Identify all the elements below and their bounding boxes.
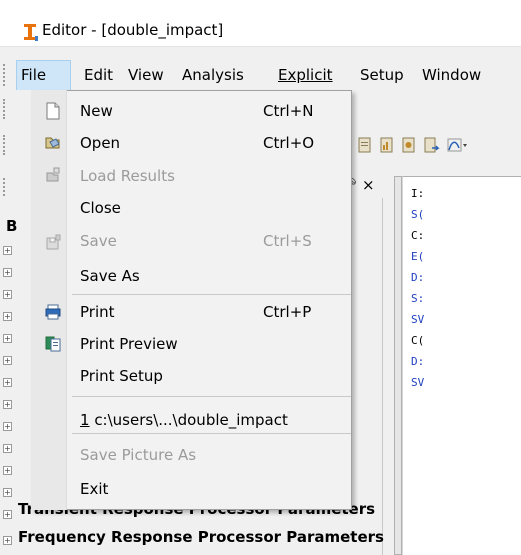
menu-setup[interactable]: Setup bbox=[360, 60, 404, 90]
tree-expand-icon[interactable]: + bbox=[3, 246, 12, 255]
toolbar-grip[interactable] bbox=[3, 135, 8, 155]
code-line: D: bbox=[411, 271, 425, 284]
menu-item-save-as[interactable]: Save As bbox=[32, 261, 351, 291]
menu-item-label: Close bbox=[80, 199, 121, 217]
toolbar-graph-dropdown-icon[interactable] bbox=[446, 136, 468, 154]
menu-analysis[interactable]: Analysis bbox=[182, 60, 244, 90]
tree-expand-icon[interactable]: + bbox=[3, 444, 12, 453]
code-line: C: bbox=[411, 229, 425, 242]
menu-item-label: Load Results bbox=[80, 167, 175, 185]
menu-separator bbox=[72, 294, 351, 295]
menu-window[interactable]: Window bbox=[422, 60, 481, 90]
menu-item-print-preview[interactable]: Print Preview bbox=[32, 329, 351, 359]
window-title: Editor - [double_impact] bbox=[42, 21, 224, 39]
toolbar-export-icon[interactable] bbox=[422, 136, 440, 154]
code-line: C( bbox=[411, 334, 425, 347]
open-folder-icon bbox=[45, 137, 60, 149]
menu-item-label: New bbox=[80, 102, 113, 120]
tree-expand-icon[interactable]: + bbox=[3, 488, 12, 497]
code-line: SV bbox=[411, 376, 425, 389]
printer-icon bbox=[45, 304, 61, 320]
menu-item-shortcut: Ctrl+O bbox=[263, 134, 315, 152]
menu-item-label: Save Picture As bbox=[80, 446, 197, 464]
code-line: SV bbox=[411, 313, 425, 326]
tree-item-frequency-response[interactable]: Frequency Response Processor Parameters bbox=[18, 528, 384, 546]
tree-expand-icon[interactable]: + bbox=[3, 536, 12, 545]
menu-item-recent-file[interactable]: 1 c:\users\...\double_impact bbox=[32, 405, 351, 435]
tree-expand-icon[interactable]: + bbox=[3, 422, 12, 431]
menu-edit[interactable]: Edit bbox=[84, 60, 113, 90]
menu-item-new[interactable]: New Ctrl+N bbox=[32, 96, 351, 126]
menu-item-shortcut: Ctrl+N bbox=[263, 102, 314, 120]
tree-expand-icon[interactable]: + bbox=[3, 510, 12, 519]
menu-bar: File Edit View Analysis Explicit Setup W… bbox=[0, 60, 521, 90]
tree-header-label: B bbox=[6, 217, 18, 235]
tree-expand-icon[interactable]: + bbox=[3, 466, 12, 475]
menu-item-exit[interactable]: Exit bbox=[32, 474, 351, 504]
menu-view[interactable]: View bbox=[128, 60, 164, 90]
tree-expand-icon[interactable]: + bbox=[3, 356, 12, 365]
toolbar-grip[interactable] bbox=[3, 99, 8, 119]
menu-item-label: Print Setup bbox=[80, 367, 163, 385]
tree-expand-icon[interactable]: + bbox=[3, 268, 12, 277]
menu-item-label: Exit bbox=[80, 480, 109, 498]
load-results-icon bbox=[46, 167, 60, 182]
menu-separator bbox=[72, 396, 351, 397]
menu-item-label: Open bbox=[80, 134, 121, 152]
menu-item-save-picture-as[interactable]: Save Picture As bbox=[32, 440, 351, 470]
tree-expand-icon[interactable]: + bbox=[3, 400, 12, 409]
menu-item-save[interactable]: Save Ctrl+S bbox=[32, 226, 351, 256]
menu-item-shortcut: Ctrl+S bbox=[263, 232, 312, 250]
menu-file[interactable]: File bbox=[16, 60, 71, 90]
print-preview-icon bbox=[45, 336, 61, 352]
menu-item-label: Save bbox=[80, 232, 117, 250]
tree-expand-icon[interactable]: + bbox=[3, 290, 12, 299]
menu-item-load-results[interactable]: Load Results bbox=[32, 161, 351, 191]
code-line: S: bbox=[411, 292, 425, 305]
menu-separator bbox=[72, 433, 351, 434]
panel-grip[interactable] bbox=[3, 178, 8, 196]
menu-item-print[interactable]: Print Ctrl+P bbox=[32, 297, 351, 327]
menu-item-print-setup[interactable]: Print Setup bbox=[32, 361, 351, 391]
menu-explicit-label: Explicit bbox=[278, 66, 333, 84]
code-line: I: bbox=[411, 187, 425, 200]
menu-item-label: Print Preview bbox=[80, 335, 178, 353]
close-icon[interactable]: × bbox=[362, 176, 375, 194]
menu-item-label: Save As bbox=[80, 267, 140, 285]
tree-expand-icon[interactable]: + bbox=[3, 378, 12, 387]
menu-item-label: Print bbox=[80, 303, 115, 321]
editor-gutter bbox=[394, 176, 402, 555]
code-line: E( bbox=[411, 250, 425, 263]
toolbar-document-icon[interactable] bbox=[356, 136, 374, 154]
menu-item-label: 1 c:\users\...\double_impact bbox=[80, 411, 288, 429]
app-logo-icon bbox=[24, 24, 38, 41]
tree-expand-icon[interactable]: + bbox=[3, 334, 12, 343]
save-icon bbox=[46, 234, 61, 250]
toolbar-chart-icon[interactable] bbox=[378, 136, 396, 154]
code-line: S( bbox=[411, 208, 425, 221]
menu-item-shortcut: Ctrl+P bbox=[263, 303, 312, 321]
menu-item-close[interactable]: Close bbox=[32, 193, 351, 223]
code-line: D: bbox=[411, 355, 425, 368]
menu-item-open[interactable]: Open Ctrl+O bbox=[32, 128, 351, 158]
tree-expand-icon[interactable]: + bbox=[3, 312, 12, 321]
accelerator-key: 1 bbox=[80, 411, 90, 429]
new-file-icon bbox=[46, 102, 60, 120]
menubar-grip[interactable] bbox=[3, 64, 8, 86]
toolbar-report-icon[interactable] bbox=[400, 136, 418, 154]
menu-explicit[interactable]: Explicit bbox=[278, 60, 333, 90]
